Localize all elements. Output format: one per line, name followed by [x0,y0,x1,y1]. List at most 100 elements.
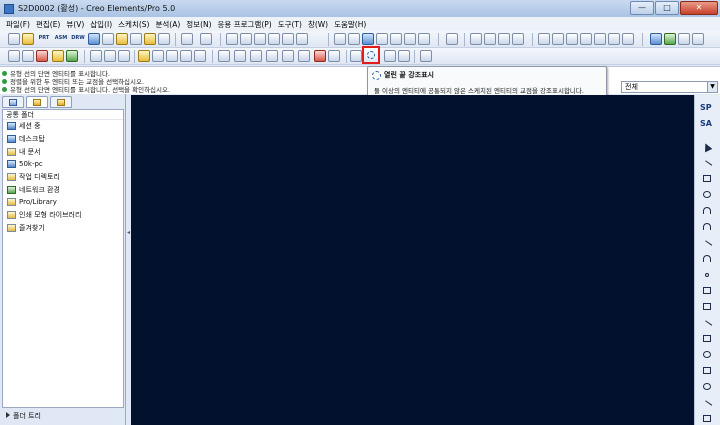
minimize-button[interactable]: — [630,1,654,15]
datum-point-display-icon[interactable] [118,50,130,62]
menu-tools[interactable]: 도구(T) [275,19,305,30]
web-browser-icon[interactable] [664,33,676,45]
rotate-resize-icon[interactable] [298,50,310,62]
sketch-references-button[interactable]: SA [700,119,712,128]
erase-icon[interactable] [158,33,170,45]
highlight-open-ends-button[interactable] [362,46,380,64]
sketch-orient-icon[interactable] [152,50,164,62]
point-icon[interactable] [701,269,713,280]
datum-point-icon[interactable] [566,33,578,45]
folder-item[interactable]: 네트워크 환경 [3,183,123,196]
palette-icon[interactable] [266,50,278,62]
folder-item[interactable]: 내 문서 [3,145,123,158]
coordinate-system-icon[interactable] [580,33,592,45]
menu-applications[interactable]: 응용 프로그램(P) [215,19,275,30]
context-help-icon[interactable] [446,33,458,45]
new-part-button[interactable]: PRT [36,33,52,45]
tab-favorites[interactable] [50,96,72,108]
close-button[interactable]: ✕ [680,1,718,15]
print-icon[interactable] [102,33,114,45]
sketch-placement-button[interactable]: SP [700,103,712,112]
datum-plane-display-icon[interactable] [90,50,102,62]
sketch-settings-icon[interactable] [8,50,20,62]
color-icon[interactable] [36,50,48,62]
shading-icon[interactable] [622,33,634,45]
zoom-fit-icon[interactable] [418,33,430,45]
select-box-icon[interactable] [296,33,308,45]
menu-window[interactable]: 창(W) [305,19,331,30]
fillet-icon[interactable] [701,221,713,232]
constraint-tool-icon[interactable] [701,349,713,360]
zoom-in-icon[interactable] [390,33,402,45]
text-icon[interactable] [250,50,262,62]
menu-insert[interactable]: 삽입(I) [87,19,115,30]
menu-file[interactable]: 파일(F) [3,19,33,30]
divide-icon[interactable] [314,50,326,62]
refit-icon[interactable] [376,33,388,45]
copy-icon[interactable] [240,33,252,45]
datum-plane-icon[interactable] [538,33,550,45]
text-tool-icon[interactable] [701,365,713,376]
modify-icon[interactable] [701,333,713,344]
graphics-window[interactable] [131,95,694,425]
new-file-icon[interactable] [8,33,20,45]
folder-item[interactable]: 데스크탑 [3,133,123,146]
selection-filter-dropdown[interactable]: 전체 ▼ [621,81,718,93]
vertex-display-icon[interactable] [512,33,524,45]
tab-model-tree[interactable] [2,96,24,108]
menu-analysis[interactable]: 분석(A) [152,19,183,30]
regenerate-icon[interactable] [282,33,294,45]
line-icon[interactable] [701,157,713,171]
rectangle-icon[interactable] [701,173,713,184]
orient-icon[interactable] [348,33,360,45]
layer-icon[interactable] [52,50,64,62]
open-folder-icon[interactable] [144,33,156,45]
undo-icon[interactable] [181,33,193,45]
menu-help[interactable]: 도움말(H) [331,19,369,30]
analyze-sketch-icon[interactable] [398,50,410,62]
spin-center-icon[interactable] [334,33,346,45]
zoom-out-icon[interactable] [404,33,416,45]
open-file-icon[interactable] [22,33,34,45]
maximize-button[interactable]: □ [655,1,679,15]
select-arrow-icon[interactable] [701,141,713,153]
setup-icon[interactable] [678,33,690,45]
save-icon[interactable] [88,33,100,45]
palette-tool-icon[interactable] [701,381,713,392]
overlap-geometry-icon[interactable] [350,50,362,62]
sketch-trim-icon[interactable] [194,50,206,62]
folder-item[interactable]: 인쇄 모형 라이브러리 [3,209,123,222]
collapse-arrow-icon[interactable]: ◂ [127,229,130,236]
constraint-icon[interactable] [234,50,246,62]
menu-info[interactable]: 정보(N) [183,19,214,30]
new-assembly-button[interactable]: ASM [53,33,69,45]
mirror-tool-icon[interactable] [701,413,713,424]
menu-sketch[interactable]: 스케치(S) [115,19,152,30]
folder-item[interactable]: Pro/Library [3,196,123,209]
mirror-icon[interactable] [282,50,294,62]
chamfer-icon[interactable] [701,237,713,251]
menu-edit[interactable]: 편집(E) [33,19,63,30]
delete-segment-icon[interactable] [328,50,340,62]
paste-icon[interactable] [254,33,266,45]
cut-icon[interactable] [226,33,238,45]
arc-icon[interactable] [701,205,713,216]
sketch-modify-icon[interactable] [180,50,192,62]
paste-special-icon[interactable] [268,33,280,45]
folder-item[interactable]: 세션 중 [3,120,123,133]
chevron-down-icon[interactable]: ▼ [707,82,717,92]
new-drawing-button[interactable]: DRW [70,33,86,45]
sketch-view-icon[interactable] [138,50,150,62]
model-tree-icon[interactable] [650,33,662,45]
circle-icon[interactable] [701,189,713,200]
hidden-line-icon[interactable] [608,33,620,45]
shaded-closed-loop-icon[interactable] [384,50,396,62]
redo-icon[interactable] [200,33,212,45]
folder-tree-toggle[interactable]: 폴더 트리 [2,410,124,423]
sketch-done-icon[interactable] [420,50,432,62]
grid-display-icon[interactable] [498,33,510,45]
offset-icon[interactable] [701,301,713,312]
dimension-tool-icon[interactable] [701,317,713,331]
constraint-display-icon[interactable] [484,33,496,45]
trim-icon[interactable] [701,397,713,411]
